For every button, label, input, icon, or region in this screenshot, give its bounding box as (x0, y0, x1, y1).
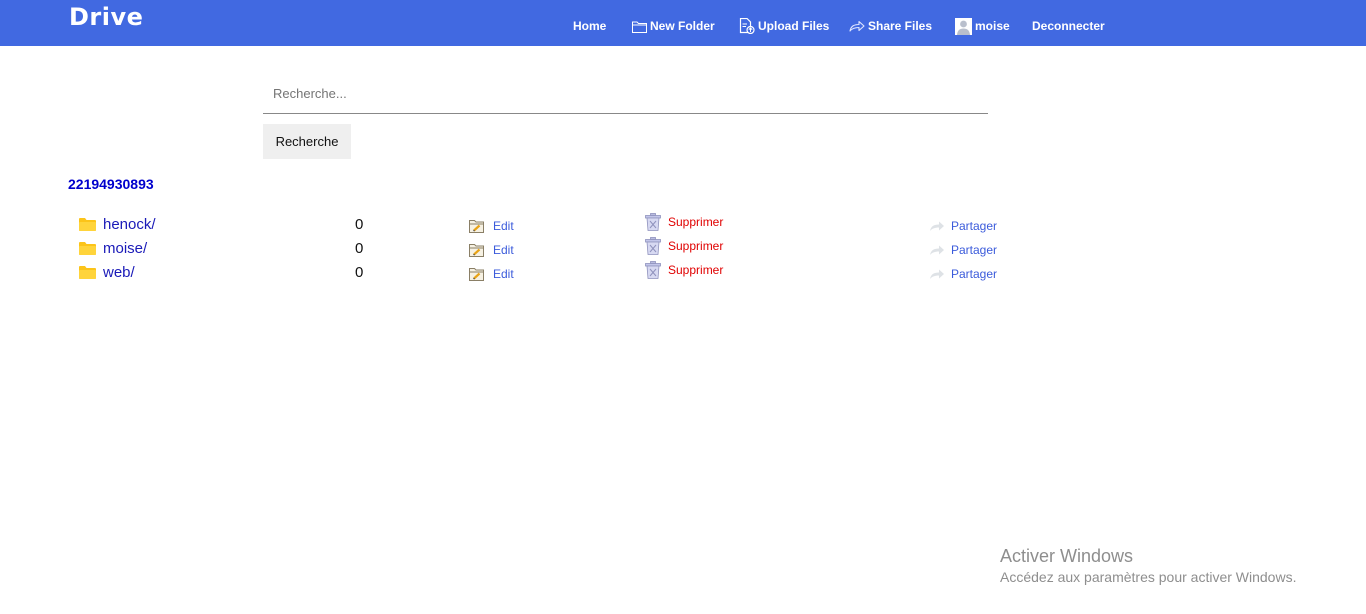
share-arrow-icon (849, 20, 865, 32)
nav-share-files-label: Share Files (868, 19, 933, 33)
share-button[interactable]: Partager (929, 266, 997, 282)
delete-button[interactable]: Supprimer (645, 261, 723, 279)
edit-icon (469, 220, 484, 233)
nav-home[interactable]: Home (573, 17, 606, 35)
share-arrow-icon (930, 245, 944, 255)
share-arrow-icon (930, 221, 944, 231)
table-row: moise/ 0 Edit Supprimer Partager (0, 237, 1366, 261)
user-avatar-icon (955, 17, 972, 35)
trash-icon (645, 237, 661, 255)
file-count: 0 (355, 216, 364, 233)
nav-logout[interactable]: Deconnecter (1032, 17, 1105, 35)
edit-label: Edit (493, 243, 514, 257)
delete-label: Supprimer (668, 263, 724, 277)
table-row: henock/ 0 Edit Supprimer Partager (0, 213, 1366, 237)
delete-button[interactable]: Supprimer (645, 237, 723, 255)
file-count: 0 (355, 264, 364, 281)
folder-cell: henock/ (79, 213, 156, 235)
delete-label: Supprimer (668, 239, 724, 253)
share-button[interactable]: Partager (929, 242, 997, 258)
table-row: web/ 0 Edit Supprimer Partager (0, 261, 1366, 285)
search-button[interactable]: Recherche (263, 124, 351, 159)
edit-button[interactable]: Edit (469, 266, 514, 282)
account-id: 22194930893 (68, 176, 154, 192)
edit-label: Edit (493, 267, 514, 281)
share-label: Partager (951, 219, 998, 233)
upload-file-icon (739, 18, 755, 34)
nav-home-label: Home (573, 19, 607, 33)
share-arrow-icon (930, 269, 944, 279)
nav-upload-files-label: Upload Files (758, 19, 830, 33)
share-button[interactable]: Partager (929, 218, 997, 234)
trash-icon (645, 261, 661, 279)
folder-link[interactable]: web/ (103, 264, 135, 281)
app-logo[interactable]: Drive (69, 3, 143, 31)
delete-label: Supprimer (668, 215, 724, 229)
nav-new-folder-label: New Folder (650, 19, 715, 33)
nav-user-label: moise (975, 19, 1010, 33)
file-count: 0 (355, 240, 364, 257)
folder-icon (79, 241, 96, 255)
share-label: Partager (951, 243, 998, 257)
folder-cell: moise/ (79, 237, 147, 259)
edit-button[interactable]: Edit (469, 218, 514, 234)
search-input[interactable] (263, 74, 988, 114)
folder-link[interactable]: henock/ (103, 216, 156, 233)
edit-button[interactable]: Edit (469, 242, 514, 258)
top-navbar: Drive Home New Folder Upload Files Share… (0, 0, 1366, 46)
trash-icon (645, 213, 661, 231)
edit-label: Edit (493, 219, 514, 233)
watermark-title: Activer Windows (1000, 546, 1134, 566)
watermark-subtitle: Accédez aux paramètres pour activer Wind… (1000, 569, 1297, 585)
edit-icon (469, 244, 484, 257)
nav-user[interactable]: moise (955, 17, 1010, 35)
nav-new-folder[interactable]: New Folder (632, 17, 715, 35)
windows-activation-watermark: Activer Windows Accédez aux paramètres p… (1000, 545, 1296, 587)
folder-icon (79, 217, 96, 231)
folder-icon (79, 265, 96, 279)
edit-icon (469, 268, 484, 281)
share-label: Partager (951, 267, 998, 281)
folder-link[interactable]: moise/ (103, 240, 147, 257)
delete-button[interactable]: Supprimer (645, 213, 723, 231)
nav-upload-files[interactable]: Upload Files (739, 17, 829, 35)
nav-logout-label: Deconnecter (1032, 19, 1105, 33)
folder-outline-icon (632, 21, 647, 33)
folder-cell: web/ (79, 261, 135, 283)
nav-share-files[interactable]: Share Files (849, 17, 932, 35)
